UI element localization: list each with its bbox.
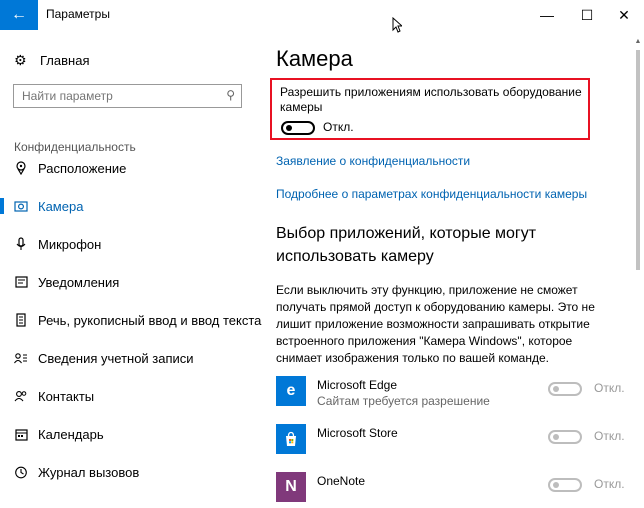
sidebar: ⚙ Главная ⚲ Конфиденциальность Расположе…: [0, 30, 262, 507]
sidebar-item-notifications[interactable]: Уведомления: [0, 263, 262, 301]
search-input[interactable]: [14, 85, 222, 107]
sidebar-item-microphone[interactable]: Микрофон: [0, 225, 262, 263]
app-name: Microsoft Store: [317, 426, 398, 440]
onenote-camera-toggle[interactable]: [548, 478, 582, 492]
camera-permission-toggle[interactable]: [281, 121, 315, 135]
store-camera-toggle[interactable]: [548, 430, 582, 444]
sidebar-item-label: Контакты: [38, 388, 95, 404]
app-toggle-state: Откл.: [594, 477, 625, 491]
gear-icon: ⚙: [14, 52, 27, 68]
search-icon[interactable]: ⚲: [226, 88, 235, 102]
privacy-statement-link[interactable]: Заявление о конфиденциальности: [276, 154, 470, 168]
sidebar-item-label: Уведомления: [38, 274, 120, 290]
sidebar-item-label: Сведения учетной записи: [38, 350, 194, 366]
sidebar-item-label: Расположение: [38, 160, 127, 176]
microphone-icon: [12, 237, 30, 251]
home-link[interactable]: ⚙ Главная: [14, 52, 89, 69]
main-panel: Камера Разрешить приложениям использоват…: [262, 30, 632, 507]
store-icon: [276, 424, 306, 454]
maximize-icon: ☐: [580, 6, 594, 23]
back-button[interactable]: ←: [0, 0, 38, 30]
scrollbar[interactable]: ▲: [634, 38, 642, 507]
sidebar-item-speech[interactable]: Речь, рукописный ввод и ввод текста: [0, 301, 262, 339]
toggle-knob: [286, 125, 292, 131]
edge-icon: e: [276, 376, 306, 406]
close-button[interactable]: ✕: [604, 0, 644, 30]
app-row-edge: e Microsoft Edge Сайтам требуется разреш…: [276, 376, 626, 412]
apps-heading: Выбор приложений, которые могут использо…: [276, 225, 537, 265]
window-title: Параметры: [46, 7, 110, 21]
sidebar-item-label: Камера: [38, 198, 84, 214]
camera-permission-text: Разрешить приложениям использовать обору…: [280, 85, 582, 114]
speech-icon: [12, 313, 30, 327]
app-name: Microsoft Edge: [317, 378, 398, 392]
calendar-icon: [12, 428, 30, 441]
app-name: OneNote: [317, 474, 366, 488]
scroll-thumb[interactable]: [636, 50, 640, 270]
edge-camera-toggle[interactable]: [548, 382, 582, 396]
apps-description: Если выключить эту функцию, приложение н…: [276, 283, 595, 365]
minimize-icon: —: [540, 7, 554, 23]
location-icon: [12, 161, 30, 175]
close-icon: ✕: [618, 6, 630, 23]
camera-icon: [12, 200, 30, 212]
sidebar-item-location[interactable]: Расположение: [0, 149, 262, 187]
minimize-button[interactable]: —: [527, 0, 567, 30]
app-subtitle: Сайтам требуется разрешение: [317, 394, 490, 408]
camera-permission-state: Откл.: [323, 120, 354, 134]
scroll-up-arrow-icon[interactable]: ▲: [634, 38, 642, 46]
call-history-icon: [12, 466, 30, 479]
contacts-icon: [12, 390, 30, 402]
camera-permission-box: Разрешить приложениям использовать обору…: [270, 78, 590, 140]
app-toggle-state: Откл.: [594, 429, 625, 443]
sidebar-item-account-info[interactable]: Сведения учетной записи: [0, 339, 262, 377]
notifications-icon: [12, 276, 30, 288]
toggle-knob: [553, 482, 559, 488]
maximize-button[interactable]: ☐: [567, 0, 607, 30]
toggle-knob: [553, 434, 559, 440]
toggle-knob: [553, 386, 559, 392]
sidebar-item-calendar[interactable]: Календарь: [0, 415, 262, 453]
sidebar-item-contacts[interactable]: Контакты: [0, 377, 262, 415]
sidebar-item-camera[interactable]: Камера: [0, 187, 262, 225]
sidebar-item-label: Речь, рукописный ввод и ввод текста: [38, 312, 262, 328]
app-toggle-state: Откл.: [594, 381, 625, 395]
app-row-onenote: N OneNote Откл.: [276, 472, 626, 508]
home-label: Главная: [40, 53, 90, 68]
sidebar-item-label: Журнал вызовов: [38, 464, 140, 480]
onenote-icon: N: [276, 472, 306, 502]
account-info-icon: [12, 352, 30, 364]
camera-privacy-more-link[interactable]: Подробнее о параметрах конфиденциальност…: [276, 187, 587, 201]
search-box[interactable]: ⚲: [13, 84, 242, 108]
back-arrow-icon: ←: [11, 6, 27, 23]
page-title: Камера: [276, 46, 353, 71]
sidebar-item-label: Календарь: [38, 426, 104, 442]
title-bar: ← Параметры — ☐ ✕: [0, 0, 644, 30]
sidebar-item-call-history[interactable]: Журнал вызовов: [0, 453, 262, 491]
app-row-store: Microsoft Store Откл.: [276, 424, 626, 460]
sidebar-item-label: Микрофон: [38, 236, 102, 252]
